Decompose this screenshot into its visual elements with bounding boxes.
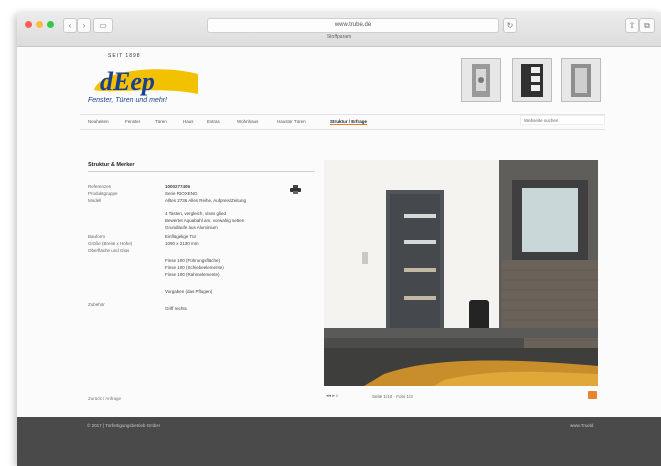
back-inquiry-link[interactable]: Zurück / Anfrage xyxy=(88,396,121,401)
detail-value: Vorgaben (das Pflugen) xyxy=(165,289,213,294)
detail-value: Finse 100 (Rahmelemente) xyxy=(165,272,220,277)
close-window-button[interactable] xyxy=(25,21,32,28)
detail-value: Finse 100 (Schiebeelemente) xyxy=(165,265,224,270)
address-bar[interactable]: www.trube.de xyxy=(207,18,499,33)
enlarge-photo-button[interactable] xyxy=(588,391,597,399)
photo-prev-next[interactable]: ◂◂ ▸ ▹ xyxy=(326,393,339,399)
nav-item-tueren[interactable]: Türen xyxy=(155,119,167,124)
detail-label: Modell xyxy=(88,198,102,203)
sidebar-button[interactable]: ▭ xyxy=(93,18,113,33)
tab-title: Stoffparam xyxy=(326,34,352,40)
nav-item-wohnhaus[interactable]: Wohnhaus xyxy=(237,119,258,124)
detail-value: 1000277406 xyxy=(165,184,191,189)
brand-slogan: Fenster, Türen und mehr! xyxy=(88,97,167,104)
brand-logo[interactable]: dEep xyxy=(90,60,202,100)
divider xyxy=(88,171,315,172)
photo-caption: Seite 1/10 · Foto 1/3 xyxy=(372,394,413,399)
minimize-window-button[interactable] xyxy=(36,21,43,28)
back-button[interactable]: ‹ xyxy=(63,18,77,33)
zoom-window-button[interactable] xyxy=(47,21,54,28)
detail-value: 4 Tasten, vergleich, vises glied xyxy=(165,211,226,216)
detail-value: Griff rechts xyxy=(165,306,187,311)
detail-label: Produktgruppe xyxy=(88,191,118,196)
detail-value: Alltes 2736 Alles Reihe, Aufpreis/Zeitun… xyxy=(165,198,247,203)
nav-item-haus[interactable]: Haus xyxy=(183,119,194,124)
glass-category-icon[interactable] xyxy=(561,58,601,102)
detail-label: Größe (Breite x Höhe) xyxy=(88,241,133,246)
logo-tagline: SEIT 1898 xyxy=(108,53,141,59)
detail-value: 1090 x 2130 mm xyxy=(165,241,199,246)
nav-item-fenster[interactable]: Fenster xyxy=(125,119,140,124)
site-search-input[interactable]: Webseite suchen xyxy=(520,115,605,125)
detail-value: Bewertet Aquabahl am, vorwahig setten xyxy=(165,218,245,223)
detail-label: Bauform xyxy=(88,234,106,239)
logo-text: dEep xyxy=(100,67,155,96)
share-button[interactable]: ⇧ xyxy=(625,18,639,33)
detail-label: Zubehör xyxy=(88,302,105,307)
door-category-icon[interactable] xyxy=(461,58,501,102)
nav-item-extras[interactable]: Extras xyxy=(207,119,220,124)
product-photo[interactable] xyxy=(324,160,598,386)
browser-titlebar: ‹ › ▭ www.trube.de ↻ ⇧ ⧉ Stoffparam xyxy=(17,12,661,47)
forward-button[interactable]: › xyxy=(77,18,91,33)
detail-label: Referenzen xyxy=(88,184,112,189)
detail-label: Oberfläche und Glas xyxy=(88,248,130,253)
detail-value: Serie RIOXENG xyxy=(165,191,198,196)
window-category-icon[interactable] xyxy=(512,58,552,102)
tabs-button[interactable]: ⧉ xyxy=(639,18,655,33)
detail-value: Finse 100 (Führungsfläche) xyxy=(165,258,221,263)
detail-value: Einflügelige Tür xyxy=(165,234,197,239)
reload-button[interactable]: ↻ xyxy=(503,18,517,33)
print-icon[interactable] xyxy=(290,185,301,194)
nav-item-struktur[interactable]: Struktur / Erfrage xyxy=(330,119,368,125)
nav-item-neuheiten[interactable]: Neuheiten xyxy=(88,119,109,124)
detail-value: Grundlaufe aus Aluminium xyxy=(165,225,218,230)
detail-title: Struktur & Merker xyxy=(88,162,135,168)
nav-item-haustuer[interactable]: Haustür Türen xyxy=(277,119,306,124)
